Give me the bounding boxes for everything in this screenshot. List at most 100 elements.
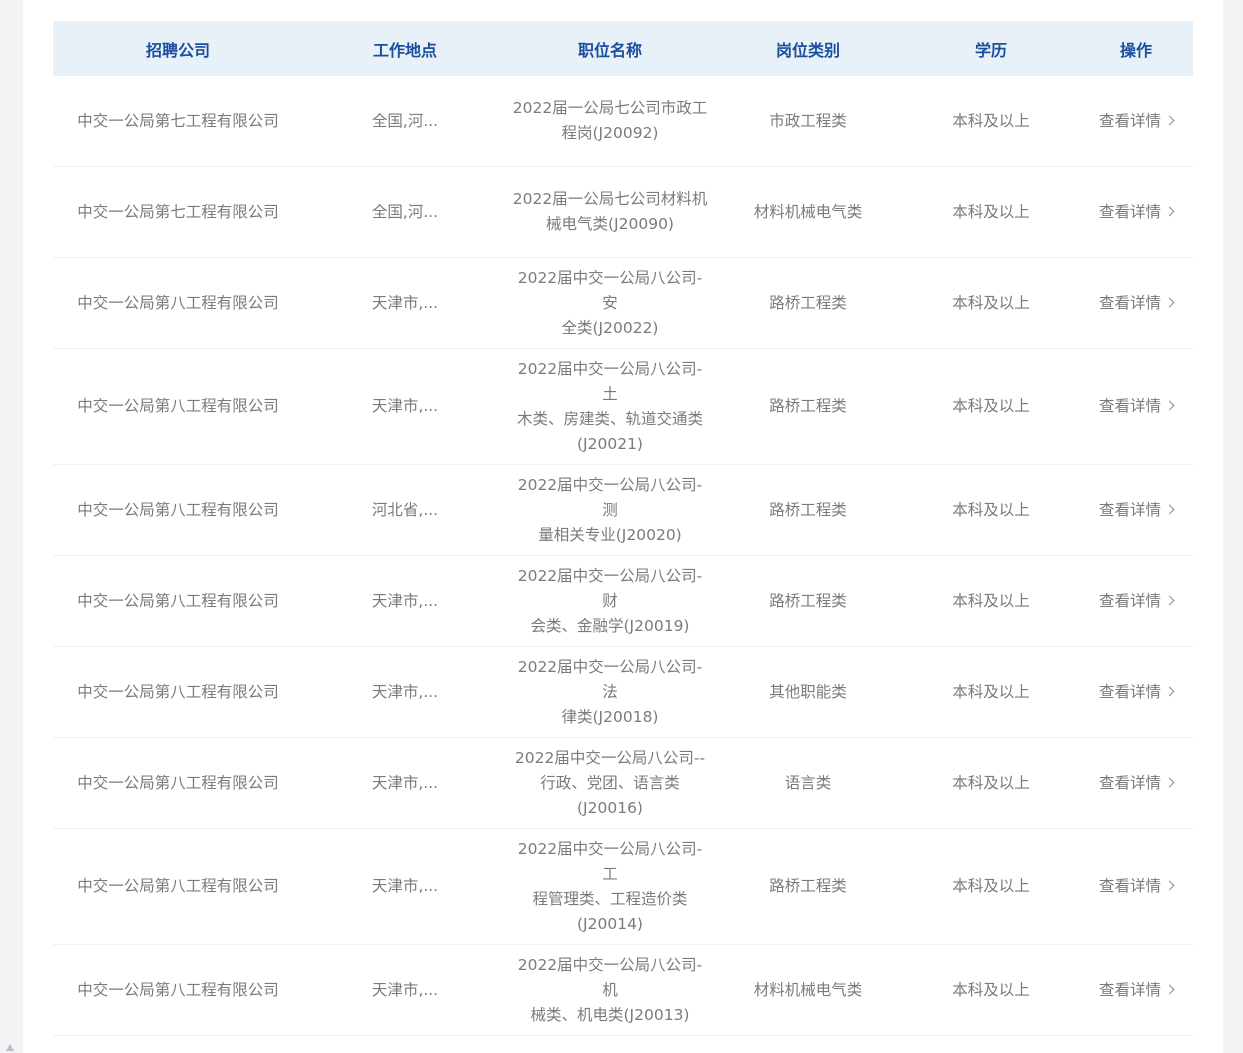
action-cell: 查看详情 [1079, 944, 1193, 1036]
table-row: 中交一公局第八工程有限公司 天津市,... 2022届中交一公局八公司-安全类(J2… [53, 257, 1193, 349]
location-cell: 天津市,... [303, 828, 507, 945]
view-details-link[interactable]: 查看详情 [1098, 500, 1175, 519]
view-details-label: 查看详情 [1098, 111, 1161, 130]
view-details-link[interactable]: 查看详情 [1098, 111, 1175, 130]
chevron-right-icon [1164, 777, 1175, 787]
table-row: 中交一公局第七工程有限公司 全国,河... 2022届一公局七公司市政工 程岗(J20… [53, 76, 1193, 167]
view-details-link[interactable]: 查看详情 [1098, 293, 1175, 312]
job-listing-table: 招聘公司 工作地点 职位名称 岗位类别 学历 操作 中交一公局第七工程有限公司全… [53, 21, 1193, 1036]
view-details-label: 查看详情 [1098, 293, 1161, 312]
action-cell: 查看详情 [1079, 166, 1193, 258]
company-cell: 中交一公局第八工程有限公司 [53, 944, 303, 1036]
category-cell: 市政工程类 [713, 76, 903, 167]
position-title-cell[interactable]: 2022届一公局七公司市政工 程岗(J20092) [507, 76, 713, 167]
chevron-right-icon [1164, 504, 1175, 514]
position-title-cell[interactable]: 2022届中交一公局八公司-安全类(J20022) [507, 257, 713, 349]
position-title-cell[interactable]: 2022届中交一公局八公司-- 行政、党团、语言类(J20016) [507, 737, 713, 829]
view-details-label: 查看详情 [1098, 591, 1161, 610]
position-title-line: 2022届中交一公局八公司-安 [517, 268, 703, 312]
location-cell: 全国,河... [303, 166, 507, 258]
chevron-right-icon [1164, 686, 1175, 696]
table-body: 中交一公局第七工程有限公司 全国,河... 2022届一公局七公司市政工 程岗(J20… [53, 76, 1193, 1036]
view-details-link[interactable]: 查看详情 [1098, 773, 1175, 792]
header-category: 岗位类别 [713, 21, 903, 76]
company-cell: 中交一公局第八工程有限公司 [53, 348, 303, 465]
category-cell: 路桥工程类 [713, 348, 903, 465]
position-title-line: 2022届中交一公局八公司-机 [517, 955, 703, 999]
company-cell: 中交一公局第八工程有限公司 [53, 828, 303, 945]
view-details-link[interactable]: 查看详情 [1098, 877, 1175, 895]
table-row: 中交一公局第八工程有限公司 天津市,... 2022届中交一公局八公司-财 会类、金融… [53, 555, 1193, 647]
chevron-right-icon [1164, 297, 1175, 307]
education-cell: 本科及以上 [903, 348, 1079, 465]
position-title-cell[interactable]: 2022届中交一公局八公司-测量相关专业(J20020) [507, 464, 713, 556]
view-details-link[interactable]: 查看详情 [1099, 981, 1175, 999]
education-cell: 本科及以上 [903, 464, 1079, 556]
action-cell: 查看详情 [1079, 348, 1193, 465]
position-title-cell[interactable]: 2022届中交一公局八公司-法律类(J20018) [507, 646, 713, 738]
category-cell: 路桥工程类 [713, 828, 903, 945]
category-cell: 材料机械电气类 [713, 166, 903, 258]
view-details-link[interactable]: 查看详情 [1098, 682, 1175, 701]
education-cell: 本科及以上 [903, 737, 1079, 829]
view-details-label: 查看详情 [1098, 877, 1161, 895]
action-cell: 查看详情 [1079, 464, 1193, 556]
position-title-line: 2022届中交一公局八公司-财 [517, 566, 703, 610]
location-cell: 天津市,... [303, 257, 507, 349]
position-title-line: (J20021) [577, 434, 643, 453]
view-details-link[interactable]: 查看详情 [1098, 202, 1175, 221]
company-cell: 中交一公局第八工程有限公司 [53, 737, 303, 829]
header-education: 学历 [903, 21, 1079, 76]
education-cell: 本科及以上 [903, 944, 1079, 1036]
position-title-line: 2022届中交一公局八公司-法 [517, 657, 703, 701]
education-cell: 本科及以上 [903, 166, 1079, 258]
company-cell: 中交一公局第八工程有限公司 [53, 555, 303, 647]
company-cell: 中交一公局第八工程有限公司 [53, 257, 303, 349]
view-details-link[interactable]: 查看详情 [1098, 591, 1175, 610]
table-row: 中交一公局第七工程有限公司 全国,河... 2022届一公局七公司材料机 械电气类(J… [53, 166, 1193, 258]
position-title-cell[interactable]: 2022届中交一公局八公司-财 会类、金融学(J20019) [507, 555, 713, 647]
view-details-label: 查看详情 [1098, 500, 1161, 519]
education-cell: 本科及以上 [903, 257, 1079, 349]
location-cell: 天津市,... [303, 348, 507, 465]
chevron-right-icon [1164, 880, 1175, 891]
education-cell: 本科及以上 [903, 646, 1079, 738]
education-cell: 本科及以上 [903, 76, 1079, 167]
table-row: 中交一公局第八工程有限公司 天津市,... 2022届中交一公局八公司-土 木类、房建… [53, 348, 1193, 465]
view-details-link[interactable]: 查看详情 [1099, 397, 1175, 415]
category-cell: 路桥工程类 [713, 257, 903, 349]
action-cell: 查看详情 [1079, 257, 1193, 349]
position-title-line: 械电气类(J20090) [546, 215, 674, 233]
chevron-right-icon [1164, 984, 1175, 994]
position-title-line: 2022届一公局七公司市政工 [512, 99, 708, 117]
header-action: 操作 [1079, 21, 1193, 76]
chevron-right-icon [1164, 206, 1175, 216]
position-title-line: 量相关专业(J20020) [538, 525, 682, 544]
location-cell: 全国,河... [303, 76, 507, 167]
position-title-line: 行政、党团、语言类(J20016) [540, 773, 680, 817]
position-title-line: 全类(J20022) [561, 318, 659, 337]
position-title-line: 律类(J20018) [561, 707, 659, 726]
position-title-cell[interactable]: 2022届中交一公局八公司-机 械类、机电类(J20013) [507, 944, 713, 1036]
location-cell: 天津市,... [303, 646, 507, 738]
chevron-right-icon [1164, 115, 1175, 125]
position-title-line: 2022届中交一公局八公司-工 [517, 839, 703, 883]
position-title-line: 程管理类、工程造价类 [532, 889, 688, 908]
table-row: 中交一公局第八工程有限公司 河北省,... 2022届中交一公局八公司-测 量相关专业… [53, 464, 1193, 556]
position-title-line: 2022届一公局七公司材料机 [512, 190, 708, 208]
table-row: 中交一公局第八工程有限公司 天津市,... 2022届中交一公局八公司-机 械类、机电… [53, 944, 1193, 1036]
chevron-right-icon [1164, 400, 1175, 411]
scroll-up-arrow-icon[interactable] [6, 1044, 14, 1051]
view-details-label: 查看详情 [1098, 773, 1161, 792]
table-row: 中交一公局第八工程有限公司 天津市,... 2022届中交一公局八公司-工程管理类、… [53, 828, 1193, 945]
position-title-cell[interactable]: 2022届中交一公局八公司-土 木类、房建类、轨道交通类 (J20021) [507, 348, 713, 465]
location-cell: 天津市,... [303, 737, 507, 829]
education-cell: 本科及以上 [903, 555, 1079, 647]
position-title-cell[interactable]: 2022届中交一公局八公司-工 程管理类、工程造价类 (J20014) [507, 828, 713, 945]
view-details-label: 查看详情 [1098, 202, 1161, 221]
table-row: 中交一公局第八工程有限公司 天津市,... 2022届中交一公局八公司-- 行政、党团… [53, 737, 1193, 829]
view-details-label: 查看详情 [1098, 682, 1161, 701]
category-cell: 语言类 [713, 737, 903, 829]
position-title-line: 2022届中交一公局八公司-测 [517, 475, 703, 519]
position-title-cell[interactable]: 2022届一公局七公司材料机 械电气类(J20090) [507, 166, 713, 258]
